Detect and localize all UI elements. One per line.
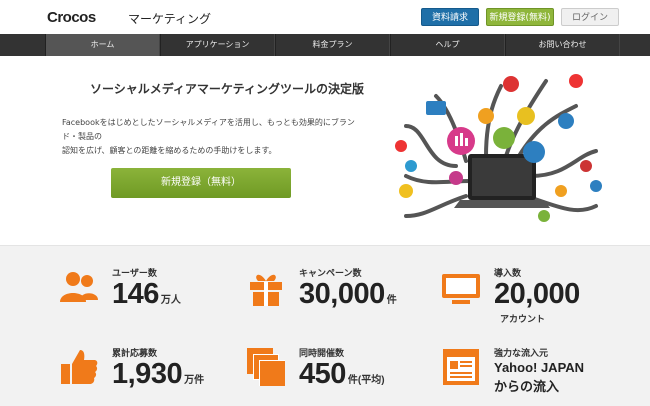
main-nav: ホーム アプリケーション 料金プラン ヘルプ お問い合わせ [0,34,650,56]
hero-title-text: ソーシャルメディアマーケティングツールの決定版 [90,82,364,96]
thumbs-up-icon [61,350,98,384]
hero-section: ソーシャルメディアマーケティングツールの決定版 Facebookをはじめとしたソ… [0,56,650,245]
login-button[interactable]: ログイン [561,8,619,26]
nav-item-help[interactable]: ヘルプ [390,34,505,56]
social-media-illustration-icon [395,74,602,222]
stat-unit: 件 [386,295,397,306]
nav-item-contact[interactable]: お問い合わせ [505,34,620,56]
stat-number: 30,000 [299,278,385,310]
header: Crocos マーケティング 資料請求 新規登録(無料) ログイン [0,0,650,34]
nav-item-home[interactable]: ホーム [45,34,160,56]
register-free-button[interactable]: 新規登録（無料） [111,168,291,198]
nav-item-pricing[interactable]: 料金プラン [275,34,390,56]
stat-value-line: Yahoo! JAPAN [494,360,585,375]
monitor-icon [442,274,480,304]
users-icon [60,272,98,302]
browser-window-icon [443,349,479,385]
stat-value-line: からの流入 [494,379,560,394]
stacked-pages-icon [247,348,285,386]
stat-value: 20,000 [494,278,580,310]
stat-unit: 万件 [184,375,205,386]
stat-value: 1,930 万件 [112,358,204,391]
stat-unit: 万人 [160,295,181,306]
logo-subtitle: マーケティング [128,12,212,26]
document-request-button[interactable]: 資料請求 [421,8,479,26]
nav-item-application[interactable]: アプリケーション [160,34,275,56]
stat-value: 30,000 件 [299,278,397,311]
hero-description-line: 認知を広げ、顧客との距離を縮めるための手助けをします。 [62,146,277,155]
gift-icon [250,274,282,306]
stat-label: 強力な流入元 [494,349,549,359]
stat-sub: アカウント [500,315,546,325]
stat-unit: 件(平均) [347,375,385,386]
register-button[interactable]: 新規登録(無料) [486,8,554,26]
stat-number: 1,930 [112,358,183,390]
hero-description-line: Facebookをはじめとしたソーシャルメディアを活用し、もっとも効果的にブラン… [62,118,355,141]
hero-description: Facebookをはじめとしたソーシャルメディアを活用し、もっとも効果的にブラン… [62,116,362,158]
stat-value: 146 万人 [112,278,181,311]
stat-number: 450 [299,358,346,390]
logo[interactable]: Crocos [47,9,96,26]
stat-value: 450 件(平均) [299,358,385,391]
stats-section: ユーザー数 146 万人 キャンペーン数 30,000 件 導入数 20,000 ア… [0,245,650,406]
stat-number: 146 [112,278,159,310]
